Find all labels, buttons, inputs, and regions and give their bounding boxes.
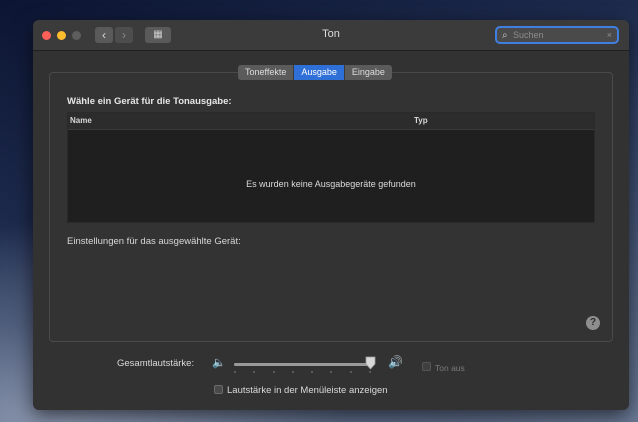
tab-ausgabe[interactable]: Ausgabe [294, 65, 345, 80]
column-header-type[interactable]: Typ [414, 113, 428, 129]
preferences-window: ‹ › ▦ Ton ⌕ Suchen × Toneffekte Ausgabe … [33, 20, 629, 410]
device-settings-label: Einstellungen für das ausgewählte Gerät: [67, 236, 241, 247]
volume-label: Gesamtlautstärke: [117, 358, 195, 369]
help-button[interactable]: ? [586, 316, 600, 330]
volume-tick [311, 371, 314, 373]
search-placeholder: Suchen [513, 30, 544, 40]
tab-toneffekte[interactable]: Toneffekte [238, 65, 295, 80]
volume-tick [369, 371, 371, 373]
tab-eingabe[interactable]: Eingabe [344, 65, 392, 80]
tab-bar: Toneffekte Ausgabe Eingabe [238, 65, 392, 80]
column-header-name[interactable]: Name [70, 113, 92, 129]
show-volume-in-menubar-checkbox[interactable]: Lautstärke in der Menüleiste anzeigen [214, 382, 388, 400]
menubar-option-label: Lautstärke in der Menüleiste anzeigen [227, 385, 388, 397]
title-bar: ‹ › ▦ Ton ⌕ Suchen × [33, 20, 629, 51]
volume-tick [330, 371, 333, 373]
search-icon: ⌕ [502, 30, 508, 41]
volume-ticks [234, 371, 371, 374]
speaker-high-icon: 🔊 [388, 355, 403, 369]
volume-tick [272, 371, 275, 373]
mute-checkbox-box[interactable] [422, 362, 431, 372]
clear-search-icon[interactable]: × [607, 28, 612, 43]
output-heading: Wähle ein Gerät für die Tonausgabe: [67, 96, 232, 107]
search-field[interactable]: ⌕ Suchen × [495, 26, 619, 44]
mute-label: Ton aus [435, 362, 465, 373]
volume-slider[interactable] [234, 363, 371, 366]
volume-tick [349, 371, 352, 373]
volume-slider-fill [234, 363, 371, 366]
empty-message: Es wurden keine Ausgabegeräte gefunden [246, 179, 416, 189]
table-header: Name Typ [68, 113, 594, 130]
mute-checkbox[interactable]: Ton aus [422, 359, 465, 373]
volume-tick [234, 371, 236, 373]
menubar-checkbox-box[interactable] [214, 385, 223, 395]
volume-tick [291, 371, 294, 373]
volume-tick [253, 371, 256, 373]
output-device-table[interactable]: Name Typ Es wurden keine Ausgabegeräte g… [67, 112, 595, 223]
volume-slider-thumb[interactable] [365, 356, 376, 370]
speaker-low-icon: 🔈 [212, 357, 226, 369]
